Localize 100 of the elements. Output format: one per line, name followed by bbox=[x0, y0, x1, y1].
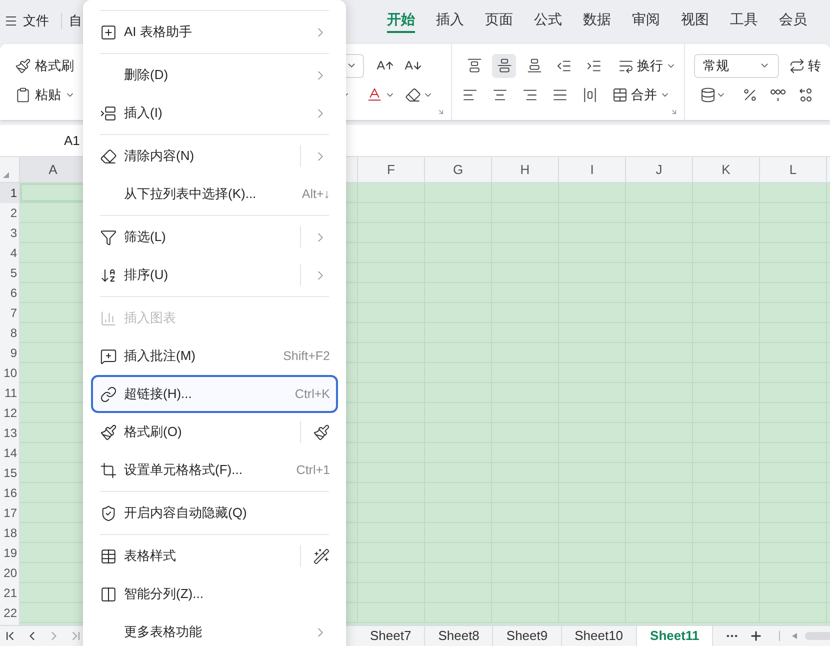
column-header[interactable]: L bbox=[760, 157, 827, 182]
convert-button[interactable]: 转 bbox=[808, 56, 821, 76]
thousands-separator-icon[interactable] bbox=[770, 88, 786, 102]
sheet-tab[interactable]: Sheet9 bbox=[493, 626, 562, 646]
menu-item[interactable]: 更多表格功能 bbox=[91, 613, 338, 646]
menu-item[interactable]: 从下拉列表中选择(K)... Alt+↓ bbox=[91, 175, 338, 213]
merge-cells-icon[interactable] bbox=[612, 86, 628, 102]
menu-icon[interactable] bbox=[4, 14, 18, 28]
format-painter-button[interactable]: 格式刷 bbox=[35, 56, 74, 76]
align-button[interactable] bbox=[492, 54, 516, 78]
shortcut-label: Shift+F2 bbox=[283, 348, 330, 365]
column-header[interactable]: J bbox=[626, 157, 693, 182]
column-header[interactable]: G bbox=[425, 157, 492, 182]
menu-item[interactable]: 表格样式 bbox=[91, 537, 338, 575]
clipboard-icon[interactable] bbox=[15, 86, 31, 102]
row-number[interactable]: 21 bbox=[0, 583, 19, 603]
file-menu[interactable]: 文件 bbox=[23, 11, 49, 31]
shortcut-label: Ctrl+1 bbox=[296, 462, 330, 479]
number-format-dropdown[interactable]: 常规 bbox=[694, 54, 779, 78]
row-number[interactable]: 15 bbox=[0, 463, 19, 483]
menu-item[interactable]: 插入批注(M) Shift+F2 bbox=[91, 337, 338, 375]
ribbon-tab[interactable]: 视图 bbox=[681, 9, 709, 33]
sheet-tab[interactable]: Sheet11 bbox=[637, 626, 714, 646]
menu-item[interactable]: 格式刷(O) bbox=[91, 413, 338, 451]
insert-rows-icon bbox=[100, 104, 117, 122]
row-number[interactable]: 20 bbox=[0, 563, 19, 583]
row-number[interactable]: 11 bbox=[0, 383, 19, 403]
ribbon-tab[interactable]: 公式 bbox=[534, 9, 562, 33]
row-number[interactable]: 4 bbox=[0, 243, 19, 263]
column-header[interactable]: H bbox=[492, 157, 559, 182]
comment-plus-icon bbox=[100, 348, 117, 364]
font-color-icon[interactable] bbox=[366, 86, 383, 103]
crop-icon bbox=[100, 462, 117, 478]
row-number[interactable]: 8 bbox=[0, 323, 19, 343]
menu-item[interactable]: 开启内容自动隐藏(Q) bbox=[91, 494, 338, 532]
row-number[interactable]: 7 bbox=[0, 303, 19, 323]
row-number[interactable]: 17 bbox=[0, 503, 19, 523]
menu-item[interactable]: 筛选(L) bbox=[91, 218, 338, 256]
add-sheet-icon[interactable] bbox=[749, 629, 764, 643]
decimal-icon[interactable] bbox=[798, 86, 814, 102]
ribbon-tab[interactable]: 审阅 bbox=[632, 9, 660, 33]
row-number[interactable]: 16 bbox=[0, 483, 19, 503]
menu-item[interactable]: AI 表格助手 bbox=[91, 13, 338, 51]
paintbrush-icon bbox=[100, 424, 117, 440]
align-top-icon bbox=[466, 58, 482, 73]
row-number[interactable]: 6 bbox=[0, 283, 19, 303]
distribute-icon[interactable] bbox=[582, 86, 598, 102]
funnel-icon bbox=[100, 228, 117, 246]
menu-tab[interactable]: 自 bbox=[69, 11, 82, 31]
ribbon-tab[interactable]: 数据 bbox=[583, 9, 611, 33]
row-number[interactable]: 5 bbox=[0, 263, 19, 283]
row-number[interactable]: 2 bbox=[0, 203, 19, 223]
row-number[interactable]: 10 bbox=[0, 363, 19, 383]
sheet-tab[interactable]: Sheet8 bbox=[425, 626, 494, 646]
menu-item[interactable]: 智能分列(Z)... bbox=[91, 575, 338, 613]
merge-button[interactable]: 合并 bbox=[631, 84, 657, 104]
paintbrush-icon[interactable] bbox=[313, 424, 330, 440]
column-header[interactable]: F bbox=[358, 157, 425, 182]
menu-item[interactable]: 设置单元格格式(F)... Ctrl+1 bbox=[91, 451, 338, 489]
ribbon-tab[interactable]: 会员 bbox=[779, 9, 807, 33]
ribbon-tab[interactable]: 页面 bbox=[485, 9, 513, 33]
row-number[interactable]: 3 bbox=[0, 223, 19, 243]
magic-wand-icon[interactable] bbox=[313, 548, 330, 564]
eraser-icon[interactable] bbox=[405, 86, 421, 102]
paintbrush-icon[interactable] bbox=[15, 58, 31, 74]
row-number[interactable]: 19 bbox=[0, 543, 19, 563]
row-number[interactable]: 14 bbox=[0, 443, 19, 463]
database-icon[interactable] bbox=[700, 86, 716, 102]
name-box[interactable]: A1 bbox=[64, 130, 80, 150]
wrap-text-button[interactable]: 换行 bbox=[637, 56, 663, 76]
ribbon-tab[interactable]: 开始 bbox=[387, 9, 415, 33]
align-middle-icon bbox=[496, 58, 512, 73]
shortcut-label: Alt+↓ bbox=[302, 186, 330, 203]
menu-item[interactable]: 清除内容(N) bbox=[91, 137, 338, 175]
sheet-tab[interactable]: Sheet7 bbox=[357, 626, 426, 646]
shortcut-label: Ctrl+K bbox=[294, 386, 330, 403]
launcher-icon[interactable] bbox=[670, 108, 678, 116]
menu-item[interactable]: 排序(U) bbox=[91, 256, 338, 294]
row-number[interactable]: 1 bbox=[0, 183, 19, 203]
align-bottom-icon bbox=[526, 58, 542, 73]
row-number[interactable]: 9 bbox=[0, 343, 19, 363]
row-number[interactable]: 12 bbox=[0, 403, 19, 423]
percent-icon[interactable] bbox=[742, 86, 758, 102]
row-number[interactable]: 18 bbox=[0, 523, 19, 543]
menu-item[interactable]: 插入(I) bbox=[91, 94, 338, 132]
column-header[interactable]: K bbox=[693, 157, 760, 182]
paste-button[interactable]: 粘贴 bbox=[35, 84, 61, 104]
ribbon-tab[interactable]: 工具 bbox=[730, 9, 758, 33]
ribbon-tab[interactable]: 插入 bbox=[436, 9, 464, 33]
scroll-left-icon[interactable] bbox=[792, 633, 798, 639]
row-number[interactable]: 13 bbox=[0, 423, 19, 443]
column-header[interactable]: I bbox=[559, 157, 626, 182]
scroll-thumb[interactable] bbox=[805, 632, 830, 640]
menu-item[interactable]: 超链接(H)... Ctrl+K bbox=[91, 375, 338, 413]
sort-icon bbox=[100, 266, 117, 284]
launcher-icon[interactable] bbox=[437, 108, 445, 116]
table-icon bbox=[100, 548, 117, 564]
convert-icon[interactable] bbox=[789, 58, 805, 74]
row-number[interactable]: 22 bbox=[0, 603, 19, 623]
menu-item[interactable]: 删除(D) bbox=[91, 56, 338, 94]
